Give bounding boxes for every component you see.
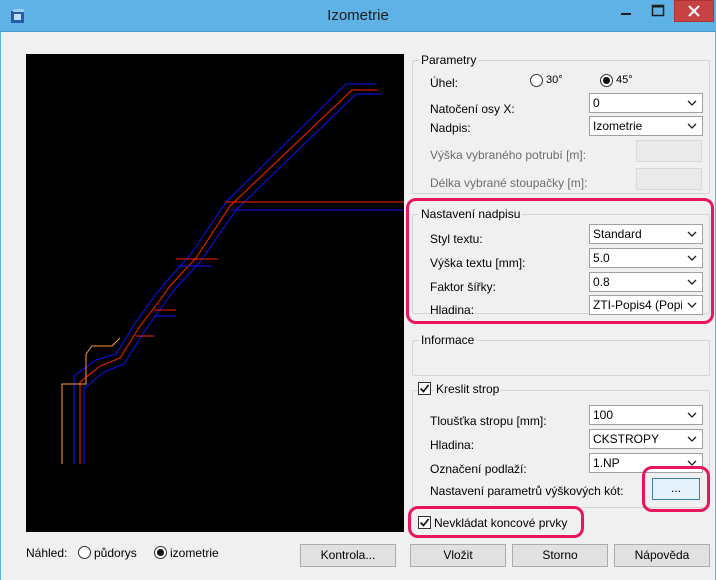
chevron-down-icon (684, 406, 700, 424)
natoceni-label: Natočení osy X: (430, 102, 515, 116)
minimize-button[interactable] (612, 0, 640, 22)
chevron-down-icon (684, 273, 700, 291)
chevron-down-icon (684, 249, 700, 267)
uhel-30-label[interactable]: 30° (546, 74, 563, 86)
nevkladat-checkbox[interactable] (418, 516, 431, 529)
pipe-line-blue-2 (83, 93, 382, 464)
preview-canvas[interactable] (26, 54, 404, 532)
storno-button[interactable]: Storno (512, 544, 608, 567)
chevron-down-icon (684, 296, 700, 314)
tloustka-label: Tloušťka stropu [mm]: (430, 414, 547, 428)
nadpis-select[interactable]: Izometrie (589, 116, 703, 136)
styl-textu-value: Standard (593, 227, 642, 241)
chevron-down-icon (684, 117, 700, 135)
informace-title: Informace (419, 333, 477, 347)
nahled-pudorys-radio[interactable] (78, 546, 91, 559)
chevron-down-icon (684, 94, 700, 112)
uhel-45-radio[interactable] (600, 74, 613, 87)
pipe-line-orange (85, 337, 121, 355)
checkmark-icon (419, 518, 430, 527)
title-bar[interactable]: Izometrie (0, 0, 716, 32)
minimize-icon (621, 13, 631, 15)
uhel-30-radio[interactable] (530, 74, 543, 87)
hladina-nadpis-label: Hladina: (430, 303, 475, 317)
window-title: Izometrie (327, 7, 389, 24)
isometric-drawing (61, 83, 404, 464)
kreslit-strop-label[interactable]: Kreslit strop (434, 382, 502, 396)
close-button[interactable] (674, 0, 714, 22)
informace-group: Informace (412, 333, 710, 376)
pipe-line-red (79, 89, 378, 464)
faktor-sirky-value: 0.8 (593, 275, 610, 289)
maximize-button[interactable] (644, 0, 672, 22)
delka-stoupacky-label: Délka vybrané stoupačky [m]: (430, 176, 588, 190)
vlozit-button[interactable]: Vložit (410, 544, 506, 567)
chevron-down-icon (684, 430, 700, 448)
uhel-45-label[interactable]: 45° (616, 74, 633, 86)
nadpis-label: Nadpis: (430, 121, 471, 135)
pipe-line-blue (73, 83, 376, 464)
oznaceni-label: Označení podlaží: (430, 462, 527, 476)
parametry-group-title: Parametry (419, 53, 479, 67)
vyska-potrubi-field (636, 140, 702, 162)
nastaveni-kot-button[interactable]: ... (652, 478, 700, 500)
napoveda-button[interactable]: Nápověda (614, 544, 710, 567)
nahled-pudorys-label[interactable]: půdorys (94, 546, 137, 560)
tloustka-select[interactable]: 100 (589, 405, 703, 425)
maximize-icon (651, 4, 665, 17)
close-icon (688, 5, 700, 17)
hladina-nadpis-select[interactable]: ZTI-Popis4 (Popis (589, 295, 703, 315)
nahled-label: Náhled: (26, 546, 68, 560)
vyska-textu-label: Výška textu [mm]: (430, 256, 526, 270)
hladina-nadpis-value: ZTI-Popis4 (Popis (593, 298, 682, 312)
nahled-izometrie-label[interactable]: izometrie (170, 546, 219, 560)
nastaveni-nadpisu-title: Nastavení nadpisu (419, 207, 523, 221)
checkmark-icon (419, 384, 430, 393)
faktor-sirky-label: Faktor šířky: (430, 280, 497, 294)
nevkladat-label[interactable]: Nevkládat koncové prvky (434, 516, 567, 530)
uhel-label: Úhel: (430, 76, 459, 90)
hladina-strop-label: Hladina: (430, 438, 475, 452)
nastaveni-kot-label: Nastavení parametrů výškových kót: (430, 484, 624, 498)
natoceni-value: 0 (593, 96, 600, 110)
oznaceni-value: 1.NP (593, 456, 620, 470)
chevron-down-icon (684, 454, 700, 472)
styl-textu-select[interactable]: Standard (589, 224, 703, 244)
chevron-down-icon (684, 225, 700, 243)
vyska-potrubi-label: Výška vybraného potrubí [m]: (430, 148, 587, 162)
kontrola-button[interactable]: Kontrola... (300, 544, 396, 567)
vyska-textu-value: 5.0 (593, 251, 610, 265)
oznaceni-select[interactable]: 1.NP (589, 453, 703, 473)
natoceni-select[interactable]: 0 (589, 93, 703, 113)
kreslit-strop-checkbox[interactable] (418, 382, 431, 395)
styl-textu-label: Styl textu: (430, 232, 483, 246)
nadpis-value: Izometrie (593, 119, 643, 133)
hladina-strop-select[interactable]: CKSTROPY (589, 429, 703, 449)
faktor-sirky-select[interactable]: 0.8 (589, 272, 703, 292)
hladina-strop-value: CKSTROPY (593, 432, 660, 446)
vyska-textu-select[interactable]: 5.0 (589, 248, 703, 268)
tloustka-value: 100 (593, 408, 614, 422)
delka-stoupacky-field (636, 168, 702, 190)
nahled-izometrie-radio[interactable] (154, 546, 167, 559)
